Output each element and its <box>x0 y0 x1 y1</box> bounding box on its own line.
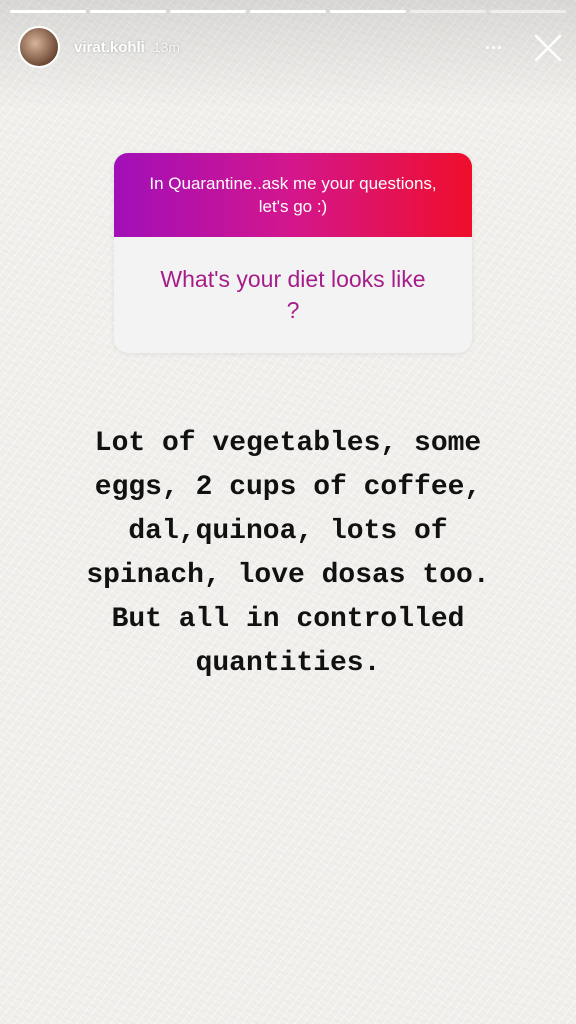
progress-segment <box>90 10 166 13</box>
answer-line: Lot of vegetables, some <box>94 428 482 459</box>
more-horizontal-icon[interactable] <box>476 36 510 58</box>
progress-segment <box>330 10 406 13</box>
progress-segment <box>410 10 486 13</box>
avatar[interactable] <box>18 26 60 68</box>
username[interactable]: virat.kohli <box>74 39 145 56</box>
answer-text: Lot of vegetables, some eggs, 2 cups of … <box>30 422 546 686</box>
answer-line: But all in controlled <box>111 604 465 635</box>
time-ago: 13m <box>152 39 181 55</box>
question-sticker-prompt: In Quarantine..ask me your questions, le… <box>114 153 472 237</box>
answer-line: dal,quinoa, lots of <box>128 516 448 547</box>
question-text: What's your diet looks like ? <box>160 266 426 323</box>
close-icon[interactable] <box>528 28 568 68</box>
progress-segment <box>490 10 566 13</box>
answer-line: spinach, love dosas too. <box>86 560 490 591</box>
question-sticker[interactable]: In Quarantine..ask me your questions, le… <box>114 153 472 353</box>
progress-segment <box>250 10 326 13</box>
answer-line: quantities. <box>195 648 381 679</box>
story-progress-bar <box>10 10 566 13</box>
answer-line: eggs, 2 cups of coffee, <box>94 472 482 503</box>
progress-segment <box>10 10 86 13</box>
progress-segment <box>170 10 246 13</box>
story-header: virat.kohli 13m <box>18 24 180 70</box>
